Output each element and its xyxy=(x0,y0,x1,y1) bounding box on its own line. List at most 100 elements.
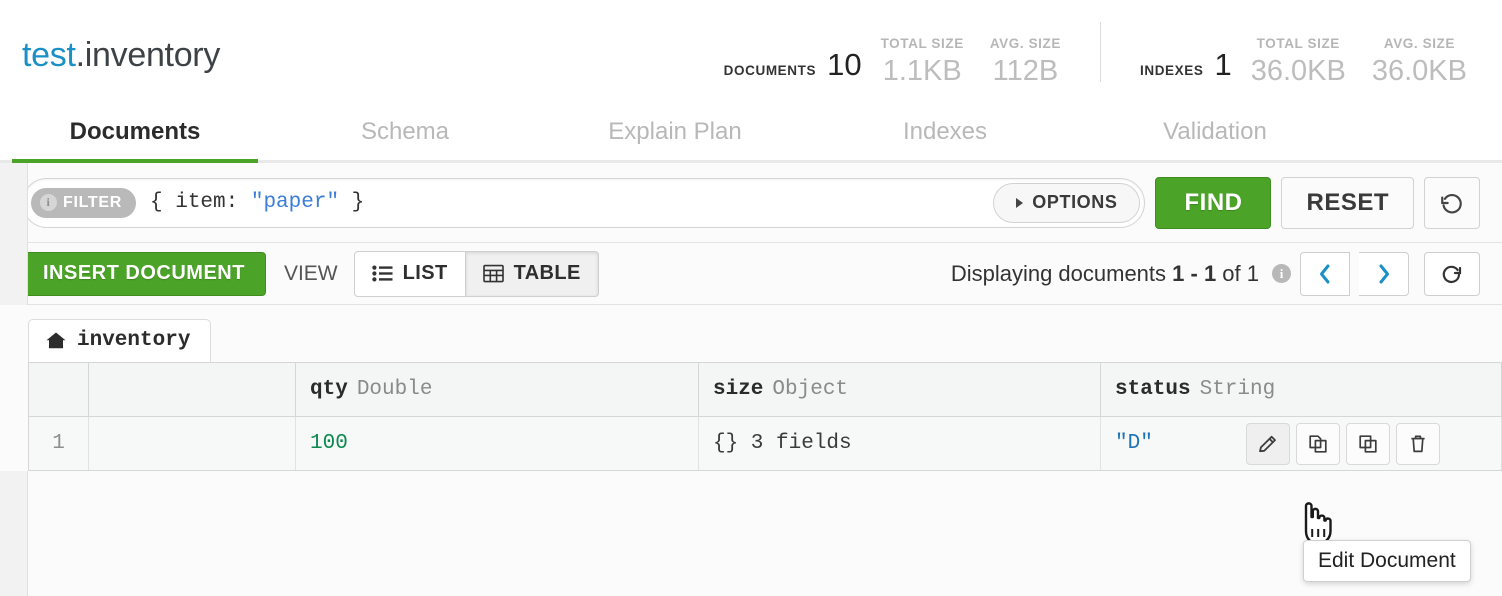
query-bar: i FILTER { item: "paper" } OPTIONS FIND … xyxy=(0,163,1502,243)
pagination-text: Displaying documents 1 - 1 of 1 xyxy=(951,261,1259,287)
mouse-cursor-hand-icon xyxy=(1296,496,1338,546)
pagination-prev-button[interactable] xyxy=(1300,252,1350,296)
options-label: OPTIONS xyxy=(1032,192,1117,213)
breadcrumb: inventory xyxy=(28,305,1502,362)
query-history-button[interactable] xyxy=(1424,177,1480,229)
compass-collection-view: test.inventory DOCUMENTS 10 TOTAL SIZE 1… xyxy=(0,0,1502,596)
info-icon: i xyxy=(1272,264,1291,283)
filter-badge[interactable]: i FILTER xyxy=(31,188,136,218)
indexes-stat-group: INDEXES 1 TOTAL SIZE 36.0KB AVG. SIZE 36… xyxy=(1127,34,1480,88)
grid-header-row: qty Double size Object status String xyxy=(29,363,1502,417)
tab-documents[interactable]: Documents xyxy=(0,110,270,160)
collection-header: test.inventory DOCUMENTS 10 TOTAL SIZE 1… xyxy=(0,0,1502,110)
copy-icon xyxy=(1356,432,1380,456)
filter-input[interactable]: { item: "paper" } xyxy=(136,191,993,214)
tab-schema[interactable]: Schema xyxy=(270,110,540,160)
row-cell-qty[interactable]: 100 xyxy=(296,417,699,470)
indexes-total-size-value: 36.0KB xyxy=(1251,54,1346,88)
row-cell-status-value: "D" xyxy=(1115,432,1153,455)
grid-header-status-name: status xyxy=(1115,378,1191,401)
pagination-range: 1 - 1 xyxy=(1172,261,1216,286)
list-icon xyxy=(372,265,393,282)
collection-stats: DOCUMENTS 10 TOTAL SIZE 1.1KB AVG. SIZE … xyxy=(711,0,1480,110)
view-label: VIEW xyxy=(284,262,338,286)
pagination-prefix: Displaying documents xyxy=(951,261,1172,286)
grid-header-qty-type: Double xyxy=(357,378,433,401)
documents-count: DOCUMENTS 10 xyxy=(711,48,868,88)
documents-table-area: inventory qty Double size Object status … xyxy=(0,305,1502,471)
grid-header-blank xyxy=(89,363,296,416)
tab-explain-plan[interactable]: Explain Plan xyxy=(540,110,810,160)
grid-header-size-type: Object xyxy=(772,378,848,401)
indexes-avg-size-value: 36.0KB xyxy=(1372,54,1467,88)
stats-divider xyxy=(1100,22,1101,82)
documents-toolbar: INSERT DOCUMENT VIEW LIST TABLE xyxy=(0,243,1502,305)
namespace-title: test.inventory xyxy=(22,36,220,75)
indexes-total-size-label: TOTAL SIZE xyxy=(1257,34,1340,54)
breadcrumb-label: inventory xyxy=(77,329,190,352)
grid-header-size[interactable]: size Object xyxy=(699,363,1101,416)
refresh-button[interactable] xyxy=(1424,252,1480,296)
view-table-button[interactable]: TABLE xyxy=(466,251,599,297)
namespace-separator: . xyxy=(76,36,85,74)
grid-header-size-name: size xyxy=(713,378,763,401)
grid-header-qty-name: qty xyxy=(310,378,348,401)
view-table-label: TABLE xyxy=(514,262,581,285)
documents-total-size-value: 1.1KB xyxy=(883,54,962,88)
row-cell-blank[interactable] xyxy=(89,417,296,470)
row-cell-size[interactable]: {} 3 fields xyxy=(699,417,1101,470)
collection-tabs: Documents Schema Explain Plan Indexes Va… xyxy=(0,110,1502,163)
copy-document-button[interactable] xyxy=(1346,423,1390,465)
indexes-count: INDEXES 1 xyxy=(1127,48,1238,88)
namespace-database: test xyxy=(22,36,76,74)
table-row[interactable]: 1 100 {} 3 fields "D" xyxy=(29,417,1502,470)
clone-icon xyxy=(1306,432,1330,456)
filter-query-close: } xyxy=(339,191,364,214)
documents-count-value: 10 xyxy=(827,48,861,82)
indexes-count-value: 1 xyxy=(1214,48,1231,82)
documents-avg-size: AVG. SIZE 112B xyxy=(977,34,1074,88)
documents-grid: qty Double size Object status String 1 1… xyxy=(28,362,1502,471)
delete-document-button[interactable] xyxy=(1396,423,1440,465)
pagination-next-button[interactable] xyxy=(1359,252,1409,296)
indexes-count-label: INDEXES xyxy=(1140,54,1203,88)
indexes-total-size: TOTAL SIZE 36.0KB xyxy=(1238,34,1359,88)
view-toggle-group: LIST TABLE xyxy=(354,251,599,297)
options-button[interactable]: OPTIONS xyxy=(993,183,1140,223)
documents-avg-size-value: 112B xyxy=(993,54,1059,88)
view-list-button[interactable]: LIST xyxy=(354,251,466,297)
row-cell-qty-value: 100 xyxy=(310,432,348,455)
find-button[interactable]: FIND xyxy=(1155,177,1271,229)
table-icon xyxy=(483,264,504,283)
refresh-icon xyxy=(1440,262,1464,286)
home-icon xyxy=(45,331,67,350)
chevron-right-icon xyxy=(1016,198,1023,208)
tooltip: Edit Document xyxy=(1303,540,1471,582)
pencil-icon xyxy=(1256,432,1280,456)
indexes-avg-size-label: AVG. SIZE xyxy=(1384,34,1455,54)
chevron-right-icon xyxy=(1377,263,1391,285)
view-list-label: LIST xyxy=(403,262,448,285)
clone-document-button[interactable] xyxy=(1296,423,1340,465)
grid-header-status[interactable]: status String xyxy=(1101,363,1502,416)
edit-document-button[interactable] xyxy=(1246,423,1290,465)
grid-header-status-type: String xyxy=(1200,378,1276,401)
tab-validation[interactable]: Validation xyxy=(1080,110,1350,160)
chevron-left-icon xyxy=(1318,263,1332,285)
trash-icon xyxy=(1406,432,1430,456)
filter-query-string: "paper" xyxy=(251,191,339,214)
reset-button[interactable]: RESET xyxy=(1281,177,1414,229)
breadcrumb-item-inventory[interactable]: inventory xyxy=(28,319,211,362)
row-cell-size-value: {} 3 fields xyxy=(713,432,852,455)
filter-query-open: { item: xyxy=(150,191,251,214)
documents-total-size: TOTAL SIZE 1.1KB xyxy=(868,34,977,88)
filter-badge-label: FILTER xyxy=(63,194,122,212)
tab-indexes[interactable]: Indexes xyxy=(810,110,1080,160)
filter-input-shell[interactable]: i FILTER { item: "paper" } OPTIONS xyxy=(22,178,1145,228)
pagination-suffix: of 1 xyxy=(1216,261,1259,286)
history-icon xyxy=(1439,190,1465,216)
grid-header-qty[interactable]: qty Double xyxy=(296,363,699,416)
pagination: Displaying documents 1 - 1 of 1 i xyxy=(951,252,1480,296)
insert-document-button[interactable]: INSERT DOCUMENT xyxy=(22,252,266,296)
documents-avg-size-label: AVG. SIZE xyxy=(990,34,1061,54)
